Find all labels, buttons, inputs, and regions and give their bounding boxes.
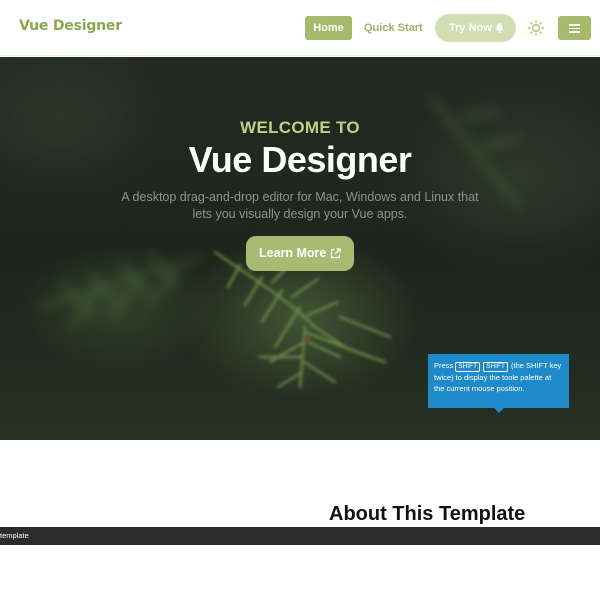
shift-key: SHIFT	[483, 362, 508, 372]
try-now-button[interactable]: Try Now	[435, 14, 516, 42]
menu-button[interactable]	[558, 16, 591, 40]
status-bar: template	[0, 527, 600, 545]
hamburger-icon	[569, 24, 580, 26]
hero-description: A desktop drag-and-drop editor for Mac, …	[121, 190, 479, 221]
shift-tooltip: Press SHIFT SHIFT (the SHIFT key twice) …	[428, 354, 569, 413]
nav-quick-start-link[interactable]: Quick Start	[364, 16, 423, 40]
external-link-icon	[330, 248, 341, 259]
bell-icon	[495, 23, 504, 33]
shift-key: SHIFT	[455, 362, 481, 372]
try-now-label: Try Now	[449, 22, 492, 34]
navbar: Vue Designer Home Quick Start Try Now	[0, 0, 600, 56]
tooltip-arrow	[494, 408, 504, 413]
hero-welcome: WELCOME TO	[240, 118, 360, 137]
nav-home-button[interactable]: Home	[305, 16, 352, 40]
tooltip-press: Press	[434, 361, 454, 370]
sun-icon[interactable]	[527, 19, 545, 37]
hero-section: WELCOME TO Vue Designer A desktop drag-a…	[0, 57, 600, 440]
learn-more-button[interactable]: Learn More	[246, 236, 354, 271]
hero-title: Vue Designer	[188, 139, 412, 180]
status-bar-text: template	[0, 531, 29, 540]
brand-logo[interactable]: Vue Designer	[19, 18, 122, 34]
learn-more-label: Learn More	[259, 246, 327, 260]
about-title: About This Template	[329, 503, 526, 525]
